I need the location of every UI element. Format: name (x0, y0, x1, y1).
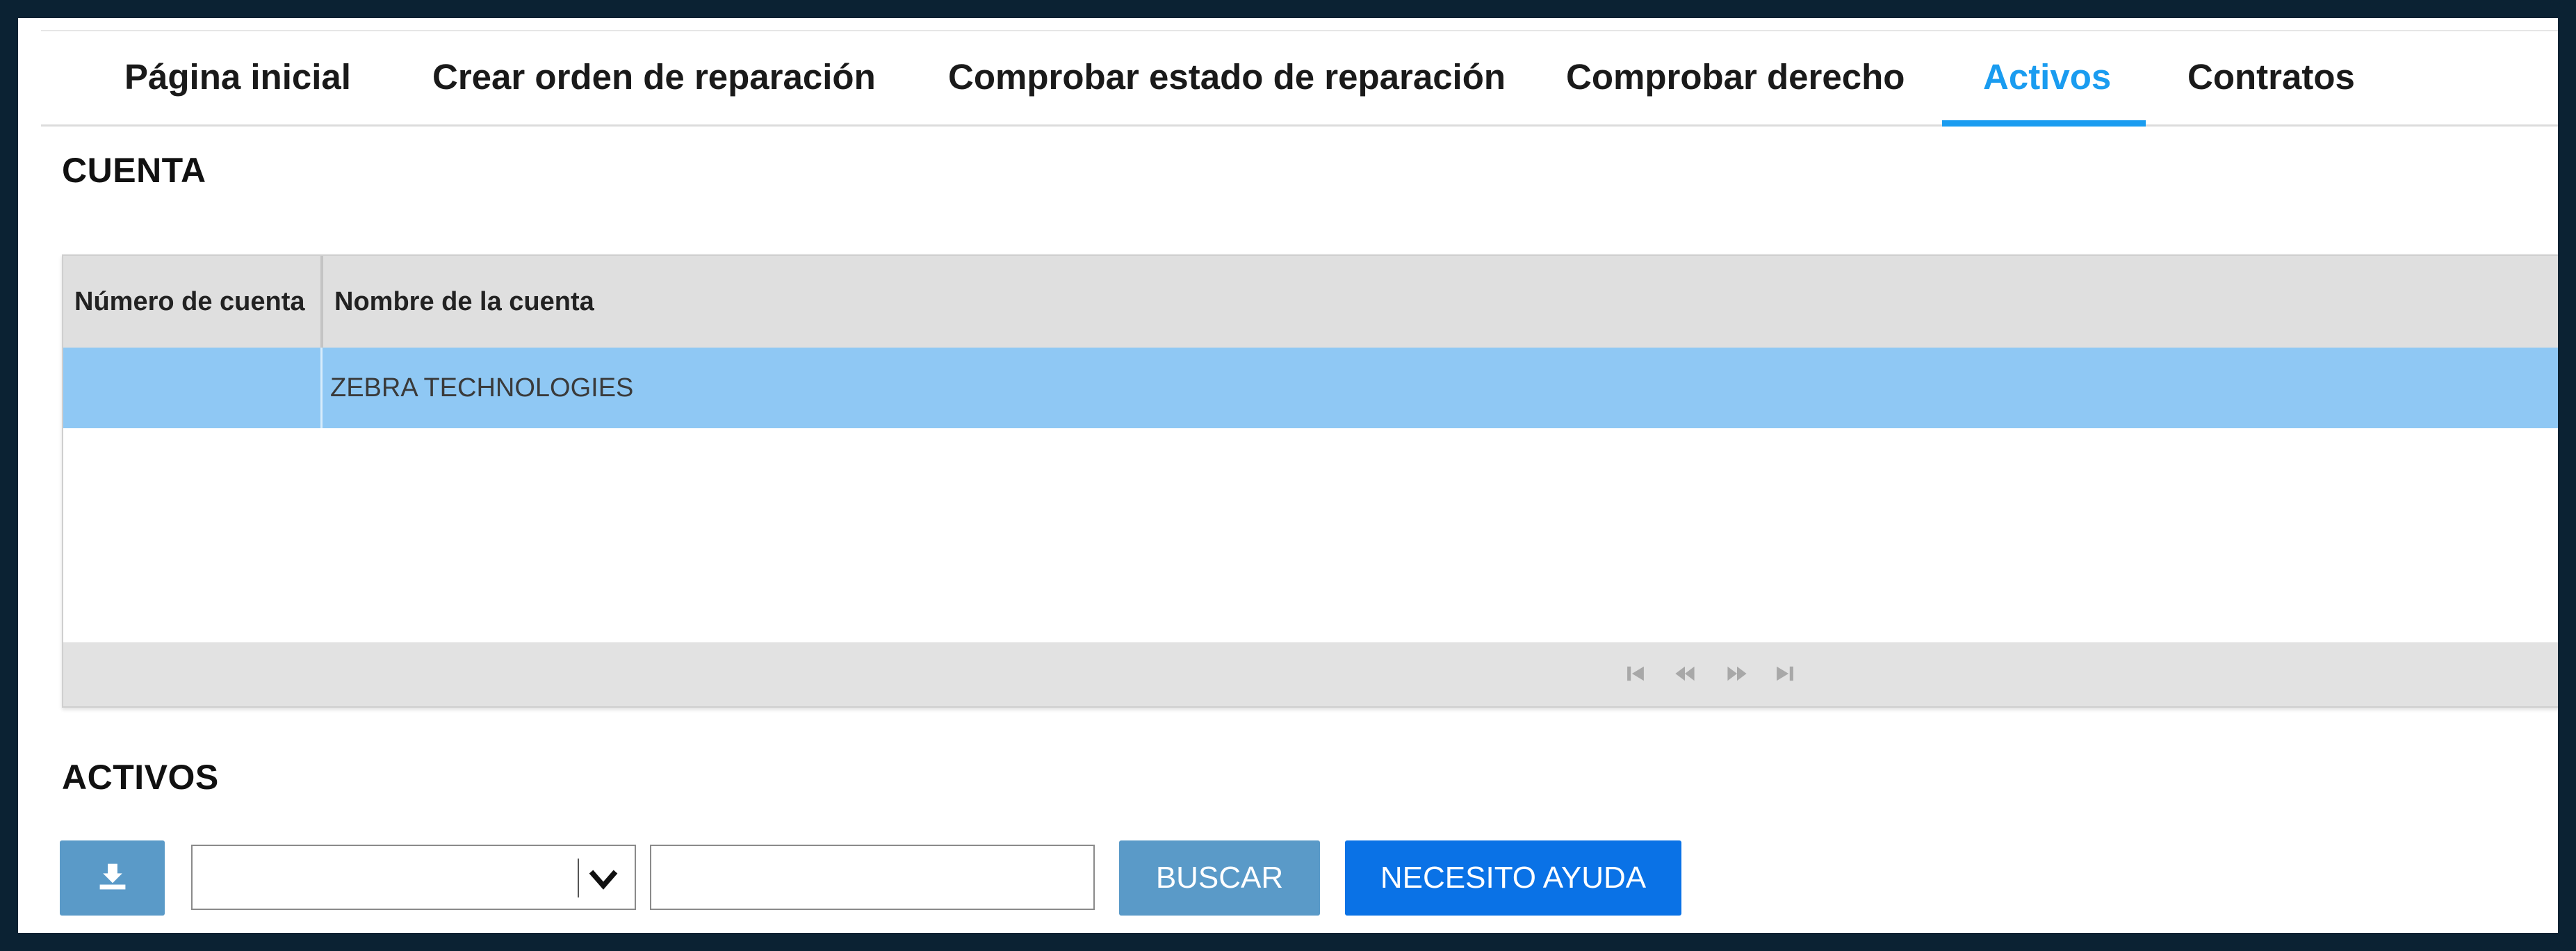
chevron-down-icon (589, 870, 618, 890)
search-input[interactable] (650, 845, 1095, 910)
download-icon (99, 863, 126, 890)
search-button[interactable]: BUSCAR (1119, 840, 1320, 916)
grid-pager (63, 642, 2558, 706)
tab-contracts[interactable]: Contratos (2187, 31, 2355, 128)
table-row[interactable]: ZEBRA TECHNOLOGIES (63, 348, 2558, 428)
tab-home[interactable]: Página inicial (124, 31, 351, 128)
tab-assets[interactable]: Activos (1983, 31, 2111, 128)
column-header-account-number[interactable]: Número de cuenta (63, 256, 320, 348)
tab-create-repair-order[interactable]: Crear orden de reparación (432, 31, 876, 128)
assets-section-title: ACTIVOS (62, 758, 219, 797)
help-button[interactable]: NECESITO AYUDA (1345, 840, 1681, 916)
account-grid-header: Número de cuenta Nombre de la cuenta (63, 256, 2558, 349)
active-tab-indicator (1942, 120, 2146, 127)
column-header-account-name[interactable]: Nombre de la cuenta (323, 256, 1157, 348)
select-divider (578, 859, 579, 897)
tab-check-repair-status[interactable]: Comprobar estado de reparación (948, 31, 1506, 128)
last-page-icon[interactable] (1773, 662, 1797, 685)
nav-tabs: Página inicial Crear orden de reparación… (41, 30, 2558, 127)
account-section-title: CUENTA (62, 151, 206, 190)
download-button[interactable] (60, 840, 165, 916)
prev-page-icon[interactable] (1673, 662, 1697, 685)
account-name-cell: ZEBRA TECHNOLOGIES (330, 373, 634, 403)
first-page-icon[interactable] (1624, 662, 1647, 685)
account-grid: Número de cuenta Nombre de la cuenta ZEB… (62, 254, 2558, 708)
filter-select[interactable] (191, 845, 636, 910)
account-number-cell (63, 348, 320, 428)
app-frame: Página inicial Crear orden de reparación… (18, 18, 2558, 933)
tab-check-entitlement[interactable]: Comprobar derecho (1566, 31, 1905, 128)
next-page-icon[interactable] (1725, 662, 1749, 685)
cell-separator (320, 348, 323, 428)
